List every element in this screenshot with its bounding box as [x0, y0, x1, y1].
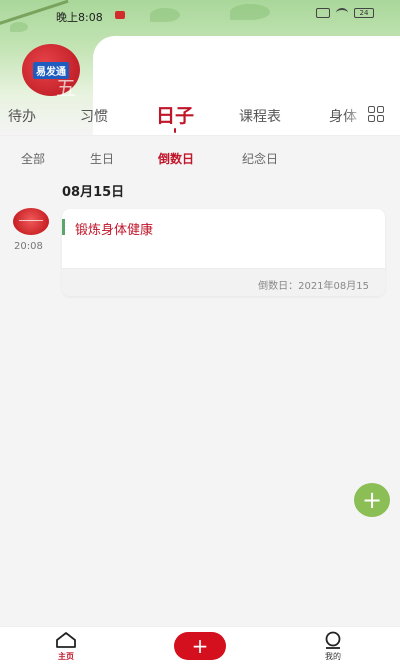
tab-days[interactable]: 日子: [156, 101, 194, 128]
tab-schedule[interactable]: 课程表: [239, 106, 281, 126]
entry-card[interactable]: 锻炼身体健康 倒数日：2021年08月15: [62, 209, 385, 296]
main-tabs: 待办 习惯 日子 课程表 身体: [0, 100, 400, 132]
plus-icon[interactable]: +: [354, 483, 390, 517]
nav-mine-label: 我的: [325, 652, 341, 661]
status-icons: 24: [316, 8, 374, 18]
entry-time: 20:08: [14, 241, 43, 252]
tab-habit[interactable]: 习惯: [80, 106, 108, 126]
filter-countdown[interactable]: 倒数日: [158, 150, 194, 167]
status-bar: 晚上8:08 24: [0, 0, 400, 26]
decorative-glyph: 五: [56, 76, 76, 100]
entry-accent-bar: [62, 219, 65, 235]
user-icon: [325, 631, 341, 649]
notification-icon: [115, 11, 125, 19]
entry-title: 锻炼身体健康: [75, 223, 154, 238]
nav-mine[interactable]: 我的: [313, 631, 353, 662]
sim-icon: [316, 8, 330, 18]
home-icon: [56, 632, 76, 648]
entry-footer: 倒数日：2021年08月15: [62, 268, 385, 296]
active-tab-indicator: [174, 128, 176, 133]
add-button[interactable]: +: [174, 632, 226, 660]
grid-icon[interactable]: [368, 106, 384, 122]
battery-icon: 24: [354, 8, 374, 18]
status-time: 晚上8:08: [56, 11, 103, 24]
filter-anniversary[interactable]: 纪念日: [242, 150, 278, 167]
entry-avatar: [13, 208, 49, 235]
divider: [0, 135, 400, 136]
entry-countdown: 倒数日：2021年08月15: [258, 281, 369, 292]
nav-home-label: 主页: [58, 652, 74, 661]
date-header: 08月15日: [62, 185, 125, 200]
filter-bar: 全部 生日 倒数日 纪念日: [0, 146, 400, 168]
tab-fade: [345, 100, 365, 130]
tab-todo[interactable]: 待办: [8, 106, 36, 126]
filter-birthday[interactable]: 生日: [90, 150, 114, 167]
filter-all[interactable]: 全部: [21, 150, 45, 167]
wifi-icon: [336, 8, 348, 18]
nav-home[interactable]: 主页: [46, 631, 86, 662]
